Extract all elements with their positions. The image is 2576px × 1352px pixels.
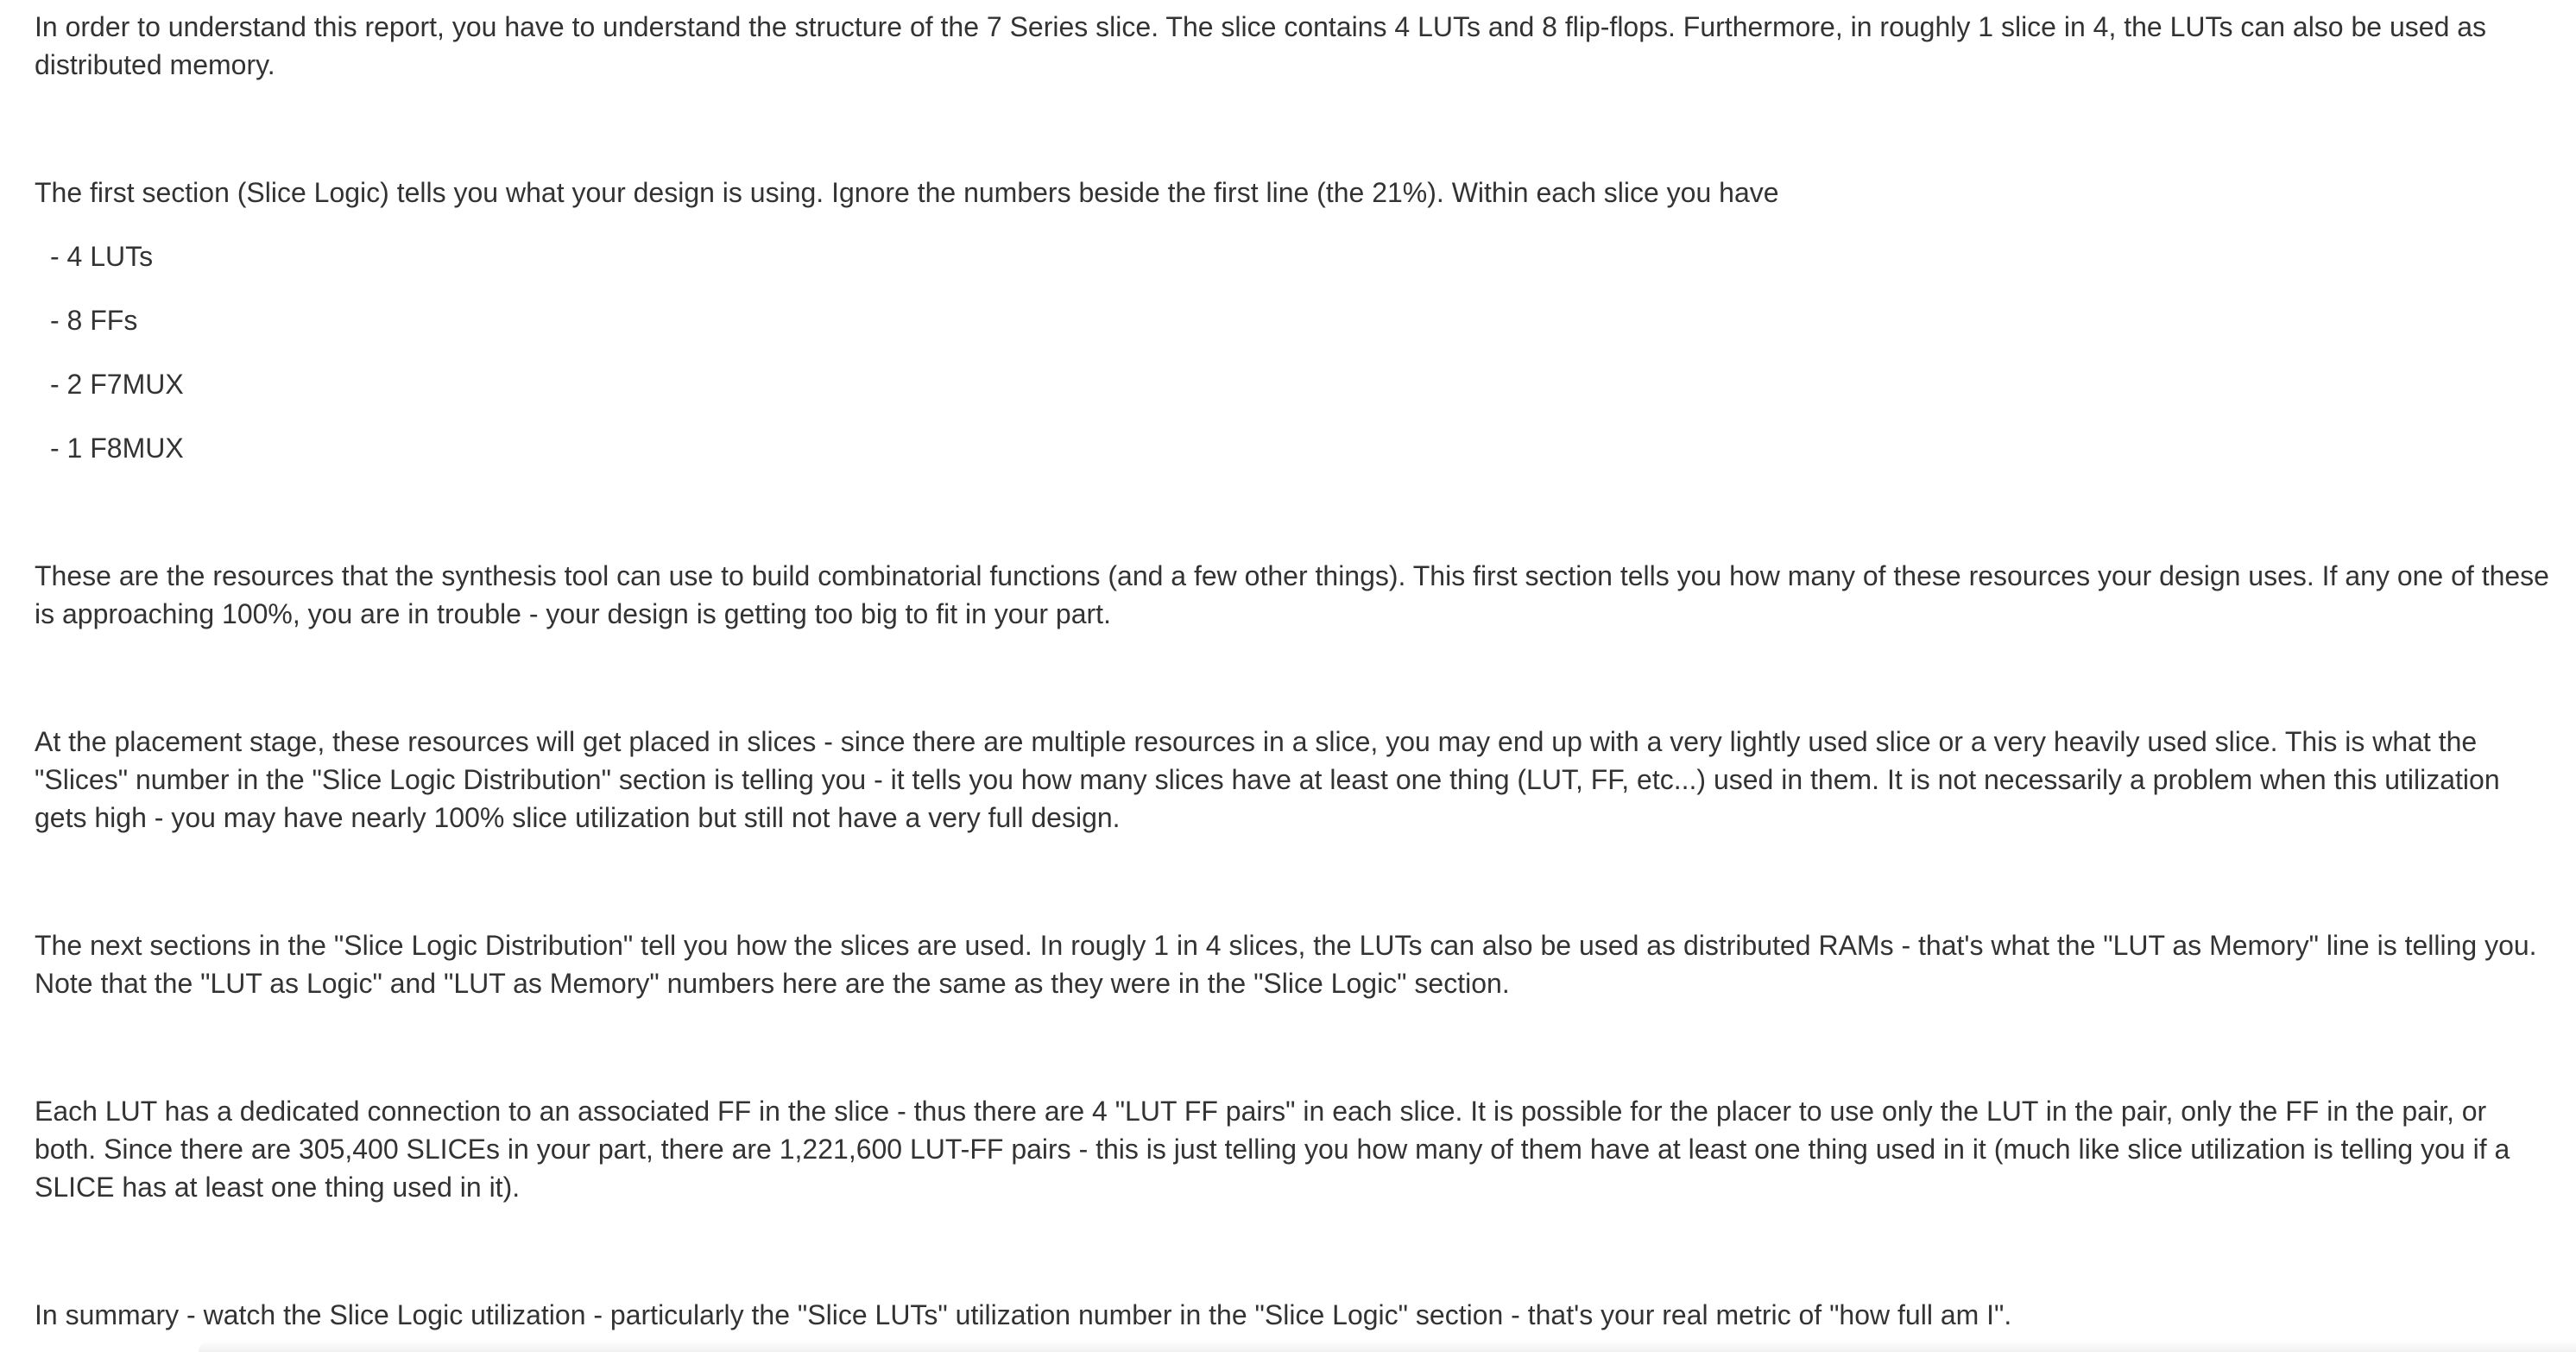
- lut-ff-paragraph: Each LUT has a dedicated connection to a…: [35, 1096, 2510, 1203]
- summary-paragraph: In summary - watch the Slice Logic utili…: [35, 1299, 2012, 1330]
- intro-paragraph: In order to understand this report, you …: [35, 11, 2487, 80]
- page-bottom-shadow: [199, 1340, 2576, 1352]
- list-item: - 1 F8MUX: [50, 433, 184, 464]
- resources-paragraph: These are the resources that the synthes…: [35, 560, 2549, 629]
- placement-paragraph: At the placement stage, these resources …: [35, 726, 2500, 833]
- first-section-paragraph: The first section (Slice Logic) tells yo…: [35, 177, 1779, 208]
- list-item: - 8 FFs: [50, 305, 138, 336]
- post-body: In order to understand this report, you …: [35, 8, 2555, 1334]
- list-item: - 2 F7MUX: [50, 369, 184, 400]
- next-sections-paragraph: The next sections in the "Slice Logic Di…: [35, 930, 2537, 999]
- list-item: - 4 LUTs: [50, 241, 154, 272]
